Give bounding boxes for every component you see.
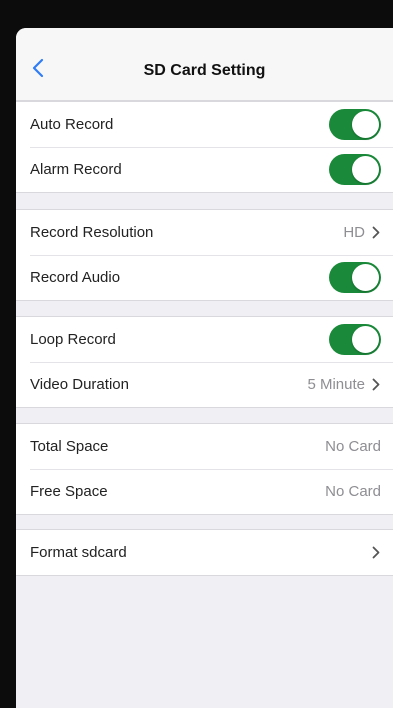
alarm-record-toggle[interactable]: [329, 154, 381, 185]
setting-value: HD: [343, 224, 365, 241]
setting-value: No Card: [325, 438, 381, 455]
setting-row-record-resolution[interactable]: Record Resolution HD: [16, 210, 393, 255]
storage-group: Total Space No Card Free Space No Card: [16, 423, 393, 515]
setting-row-total-space: Total Space No Card: [16, 424, 393, 469]
toggle-knob: [352, 156, 379, 183]
setting-row-alarm-record: Alarm Record: [16, 147, 393, 192]
resolution-audio-group: Record Resolution HD Record Audio: [16, 209, 393, 301]
setting-value: 5 Minute: [307, 376, 365, 393]
format-sdcard-button[interactable]: Format sdcard: [16, 530, 393, 575]
loop-duration-group: Loop Record Video Duration 5 Minute: [16, 316, 393, 408]
toggle-knob: [352, 264, 379, 291]
setting-row-loop-record: Loop Record: [16, 317, 393, 362]
setting-label: Alarm Record: [30, 161, 122, 178]
page-title: SD Card Setting: [143, 62, 266, 79]
setting-row-video-duration[interactable]: Video Duration 5 Minute: [16, 362, 393, 407]
setting-label: Record Resolution: [30, 224, 154, 241]
setting-label: Video Duration: [30, 376, 129, 393]
recording-group: Auto Record Alarm Record: [16, 101, 393, 193]
setting-label: Format sdcard: [30, 544, 127, 561]
chevron-right-icon: [371, 226, 381, 240]
chevron-right-icon: [371, 546, 381, 560]
chevron-right-icon: [371, 378, 381, 392]
loop-record-toggle[interactable]: [329, 324, 381, 355]
toggle-knob: [352, 326, 379, 353]
record-audio-toggle[interactable]: [329, 262, 381, 293]
setting-label: Auto Record: [30, 116, 114, 133]
setting-label: Record Audio: [30, 269, 121, 286]
format-group: Format sdcard: [16, 529, 393, 576]
settings-screen: SD Card Setting Auto Record Alarm Record…: [16, 28, 393, 708]
setting-value: No Card: [325, 483, 381, 500]
setting-row-free-space: Free Space No Card: [16, 469, 393, 514]
setting-row-auto-record: Auto Record: [16, 102, 393, 147]
setting-label: Free Space: [30, 483, 108, 500]
setting-label: Loop Record: [30, 331, 116, 348]
auto-record-toggle[interactable]: [329, 109, 381, 140]
navigation-bar: SD Card Setting: [16, 28, 393, 101]
setting-label: Total Space: [30, 438, 109, 455]
toggle-knob: [352, 111, 379, 138]
setting-row-record-audio: Record Audio: [16, 255, 393, 300]
